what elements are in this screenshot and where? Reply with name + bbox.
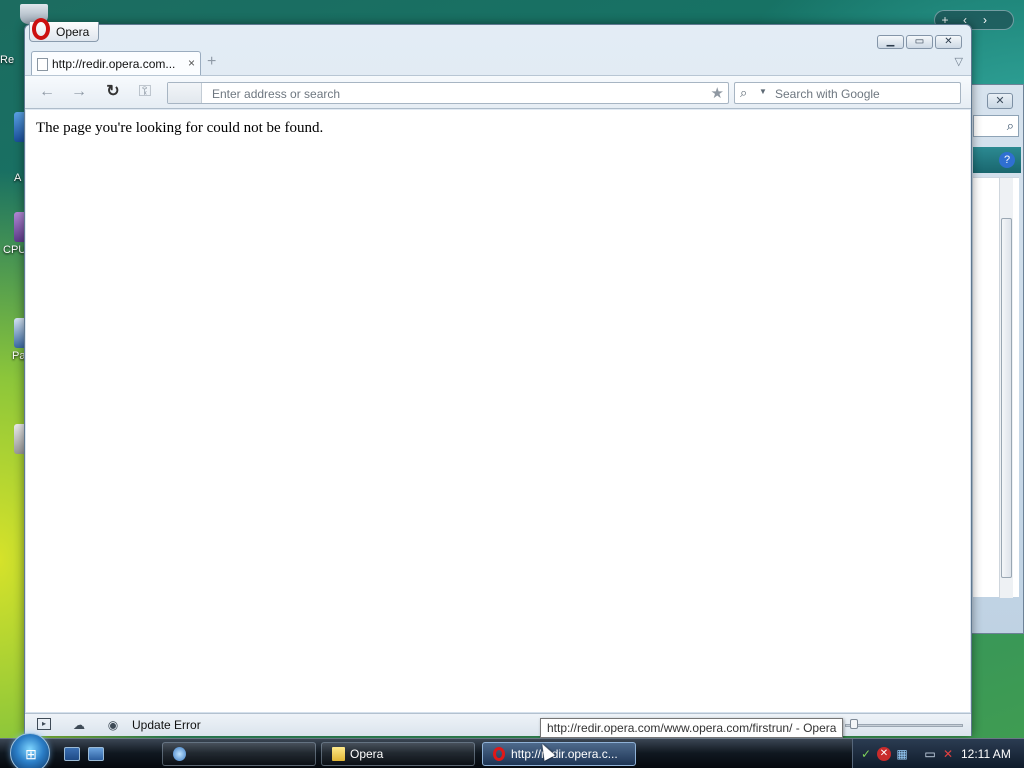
address-bar[interactable]: Enter address or search ★ [167, 82, 729, 104]
search-engine-dropdown-icon[interactable]: ▼ [759, 87, 767, 96]
network-connection-icon[interactable]: ▭ [923, 747, 937, 761]
reload-icon[interactable]: ↻ [103, 84, 123, 102]
new-tab-button[interactable]: + [207, 54, 221, 70]
tab-menu-chevron-down-icon[interactable]: ▽ [955, 55, 963, 68]
windows-logo-icon: ⊞ [25, 746, 37, 762]
desktop-icon-label: Re [0, 54, 15, 66]
navigation-toolbar: ← → ↻ ⚿ Enter address or search ★ ⌕ ▼ Se… [25, 75, 971, 109]
tab-redir-opera[interactable]: http://redir.opera.com... × [31, 51, 201, 75]
window-controls: ▁ ▭ ✕ [875, 33, 962, 49]
search-icon[interactable]: ⌕ [740, 85, 747, 101]
page-content: The page you're looking for could not be… [26, 110, 970, 712]
help-icon[interactable]: ? [999, 152, 1015, 168]
opera-menu-button[interactable]: Opera [29, 18, 99, 42]
background-window-header-band: ? [973, 147, 1021, 173]
tab-bar: http://redir.opera.com... × + ▽ [25, 49, 971, 75]
zoom-slider-handle[interactable] [850, 719, 858, 729]
minimize-button[interactable]: ▁ [877, 35, 904, 49]
zoom-slider[interactable] [845, 724, 963, 727]
clock[interactable]: 12:11 AM [961, 747, 1011, 761]
key-icon[interactable]: ⚿ [133, 84, 157, 102]
opera-icon [493, 747, 505, 761]
maximize-button[interactable]: ▭ [906, 35, 933, 49]
desktop-icon-misc[interactable] [0, 424, 28, 454]
desktop-icon-recycle-bin[interactable]: Re [0, 4, 48, 66]
bookmark-star-icon[interactable]: ★ [711, 84, 724, 102]
start-button[interactable]: ⊞ [10, 733, 50, 768]
page-message: The page you're looking for could not be… [36, 120, 324, 136]
show-desktop-icon[interactable] [64, 747, 80, 761]
background-window-scrollbar[interactable] [999, 178, 1013, 598]
opera-logo-icon [32, 18, 50, 40]
back-arrow-icon[interactable]: ← [37, 84, 57, 102]
taskbar-button-label: http://redir.opera.c... [511, 747, 618, 761]
search-icon[interactable]: ⌕ [973, 115, 1019, 137]
security-badge[interactable] [168, 83, 202, 103]
scrollbar-thumb[interactable] [1001, 218, 1012, 578]
windows-update-icon[interactable]: ▦ [895, 747, 909, 761]
volume-muted-icon[interactable]: ✕ [941, 747, 955, 761]
taskbar: ⊞ Opera http://redir.opera.c... ✓ ✕ ▦ ▭ … [0, 733, 1024, 768]
opera-menu-label: Opera [56, 25, 90, 39]
taskbar-button-label: Opera [350, 747, 384, 761]
close-button[interactable]: ✕ [935, 35, 962, 49]
desktop-icon-paint[interactable]: Pa [0, 318, 28, 362]
search-input[interactable]: Search with Google [775, 87, 880, 101]
taskbar-button-opera-folder[interactable]: Opera [321, 742, 475, 766]
background-window-close-button[interactable]: ✕ [987, 93, 1013, 109]
tab-title: http://redir.opera.com... [52, 57, 176, 71]
switch-windows-icon[interactable] [88, 747, 104, 761]
cloud-icon[interactable]: ☁ [71, 718, 87, 732]
forward-arrow-icon[interactable]: → [69, 84, 89, 102]
opera-window: Opera ▁ ▭ ✕ http://redir.opera.com... × + … [24, 18, 972, 736]
desktop-icon-cpu[interactable]: CPU [0, 212, 28, 256]
network-icon [173, 747, 186, 761]
panel-toggle-icon[interactable]: ▸ [37, 718, 51, 730]
link-tooltip: http://redir.opera.com/www.opera.com/fir… [540, 718, 844, 738]
page-icon [37, 58, 48, 71]
desktop-icon-label: CPU [3, 244, 27, 256]
system-tray: ✓ ✕ ▦ ▭ ✕ 12:11 AM [852, 739, 1024, 768]
desktop-icon-app[interactable]: A [0, 112, 28, 184]
taskbar-button-opera-browser[interactable]: http://redir.opera.c... [482, 742, 636, 766]
search-field[interactable]: ⌕ ▼ Search with Google [734, 82, 961, 104]
next-gadget-button[interactable]: › [975, 11, 995, 29]
network-status-icon[interactable]: ✓ [859, 747, 873, 761]
turbo-icon[interactable]: ◉ [105, 718, 121, 732]
folder-icon [332, 747, 345, 761]
taskbar-button-network[interactable] [162, 742, 316, 766]
address-input[interactable]: Enter address or search [212, 87, 340, 101]
tab-close-icon[interactable]: × [188, 56, 195, 70]
security-alert-icon[interactable]: ✕ [877, 747, 891, 761]
background-window-pane [973, 177, 1019, 598]
status-text: Update Error [132, 718, 201, 732]
